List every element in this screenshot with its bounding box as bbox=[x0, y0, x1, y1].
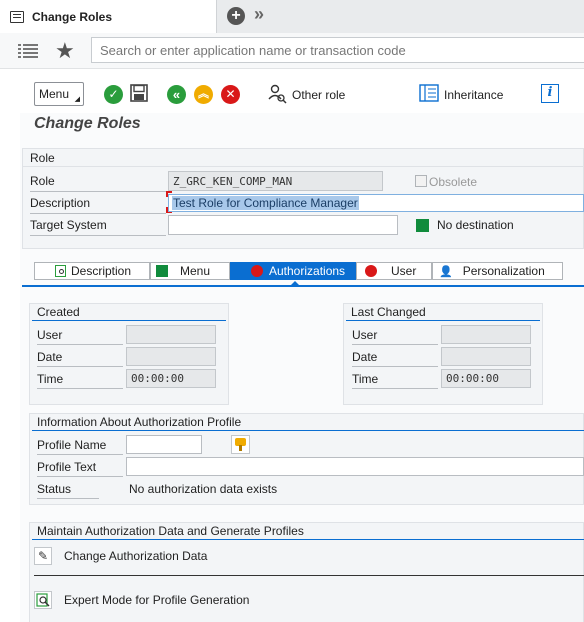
tab-change-roles[interactable]: Change Roles bbox=[0, 0, 217, 33]
personalization-icon: 👤 bbox=[439, 265, 453, 278]
last-changed-time-field[interactable]: 00:00:00 bbox=[441, 369, 531, 388]
no-destination-label: No destination bbox=[437, 218, 514, 232]
expert-mode-label: Expert Mode for Profile Generation bbox=[64, 593, 250, 607]
tab-personalization-label: Personalization bbox=[462, 264, 545, 278]
tab-title: Change Roles bbox=[32, 9, 113, 24]
red-status-icon bbox=[365, 265, 377, 277]
tab-authorizations[interactable]: Authorizations bbox=[230, 262, 356, 280]
search-placeholder: Search or enter application name or tran… bbox=[100, 42, 406, 58]
tab-user[interactable]: User bbox=[356, 262, 432, 280]
search-input[interactable]: Search or enter application name or tran… bbox=[91, 37, 584, 63]
created-time-label: Time bbox=[37, 372, 123, 389]
created-title: Created bbox=[37, 305, 80, 319]
target-system-label: Target System bbox=[30, 218, 166, 236]
expert-mode-icon bbox=[34, 591, 52, 609]
status-value: No authorization data exists bbox=[129, 482, 278, 496]
last-changed-title: Last Changed bbox=[351, 305, 426, 319]
pencil-icon: ✎ bbox=[34, 547, 52, 565]
other-role-button[interactable]: Other role bbox=[292, 88, 345, 102]
tab-user-label: User bbox=[391, 264, 417, 278]
created-divider bbox=[32, 320, 226, 321]
tab-menu-label: Menu bbox=[180, 264, 211, 278]
favorites-star-icon[interactable]: ★ bbox=[55, 38, 75, 64]
last-changed-time-label: Time bbox=[352, 372, 438, 389]
change-auth-label: Change Authorization Data bbox=[64, 549, 208, 563]
obsolete-label: Obsolete bbox=[429, 175, 478, 189]
change-auth-row[interactable]: ✎ Change Authorization Data bbox=[34, 544, 584, 568]
divider bbox=[34, 575, 584, 576]
red-status-icon bbox=[251, 265, 263, 277]
profile-info-title: Information About Authorization Profile bbox=[37, 415, 242, 429]
active-tab-pointer-icon bbox=[290, 281, 300, 286]
inheritance-icon[interactable] bbox=[419, 84, 439, 105]
description-selected-text: Test Role for Compliance Manager bbox=[172, 196, 359, 210]
created-date-label: Date bbox=[37, 350, 123, 367]
last-changed-user-field[interactable] bbox=[441, 325, 531, 344]
green-status-icon bbox=[156, 265, 168, 277]
target-system-field[interactable] bbox=[168, 215, 398, 235]
last-changed-date-field[interactable] bbox=[441, 347, 531, 366]
last-changed-divider bbox=[346, 320, 540, 321]
page-title: Change Roles bbox=[34, 115, 141, 132]
info-icon[interactable]: i bbox=[541, 84, 559, 103]
maintain-divider bbox=[32, 539, 584, 540]
exit-icon[interactable]: ︽ bbox=[194, 85, 213, 104]
check-icon[interactable]: ✓ bbox=[104, 85, 123, 104]
inheritance-button[interactable]: Inheritance bbox=[444, 88, 503, 102]
profile-info-divider bbox=[32, 430, 584, 431]
obsolete-checkbox[interactable] bbox=[415, 175, 427, 187]
profile-name-label: Profile Name bbox=[37, 438, 123, 455]
tab-underline bbox=[22, 285, 584, 287]
menu-button[interactable]: Menu ◢ bbox=[34, 82, 84, 106]
dropdown-corner-icon: ◢ bbox=[74, 96, 80, 103]
profile-text-field[interactable] bbox=[126, 457, 584, 476]
last-changed-user-label: User bbox=[352, 328, 438, 345]
profile-name-field[interactable] bbox=[126, 435, 202, 454]
tab-personalization[interactable]: 👤 Personalization bbox=[432, 262, 563, 280]
tab-description-label: Description bbox=[71, 264, 132, 278]
save-icon[interactable] bbox=[130, 84, 148, 105]
tab-authorizations-label: Authorizations bbox=[269, 264, 346, 278]
role-group-title: Role bbox=[30, 151, 55, 165]
generate-profile-icon[interactable] bbox=[231, 435, 250, 454]
description-label: Description bbox=[30, 196, 166, 214]
profile-text-label: Profile Text bbox=[37, 460, 123, 477]
last-changed-date-label: Date bbox=[352, 350, 438, 367]
green-status-icon bbox=[416, 219, 429, 232]
description-field[interactable]: Test Role for Compliance Manager bbox=[168, 194, 584, 212]
back-icon[interactable]: « bbox=[167, 85, 186, 104]
tab-menu[interactable]: Menu bbox=[150, 262, 230, 280]
created-time-field[interactable]: 00:00:00 bbox=[126, 369, 216, 388]
role-label: Role bbox=[30, 174, 166, 192]
list-icon bbox=[10, 10, 24, 23]
role-field[interactable]: Z_GRC_KEN_COMP_MAN bbox=[168, 171, 383, 191]
menu-list-icon[interactable] bbox=[18, 43, 38, 59]
description-tab-icon bbox=[55, 265, 66, 277]
other-role-icon[interactable] bbox=[268, 84, 288, 107]
chevron-right-double-icon[interactable]: » bbox=[254, 4, 264, 25]
add-tab-icon[interactable]: + bbox=[227, 7, 245, 25]
cancel-icon[interactable]: ✕ bbox=[221, 85, 240, 104]
tab-description[interactable]: Description bbox=[34, 262, 150, 280]
divider bbox=[22, 166, 584, 167]
menu-button-label: Menu bbox=[39, 87, 70, 101]
created-user-label: User bbox=[37, 328, 123, 345]
expert-mode-row[interactable]: Expert Mode for Profile Generation bbox=[34, 588, 584, 612]
created-date-field[interactable] bbox=[126, 347, 216, 366]
created-user-field[interactable] bbox=[126, 325, 216, 344]
status-label: Status bbox=[37, 482, 99, 499]
maintain-title: Maintain Authorization Data and Generate… bbox=[37, 524, 304, 538]
